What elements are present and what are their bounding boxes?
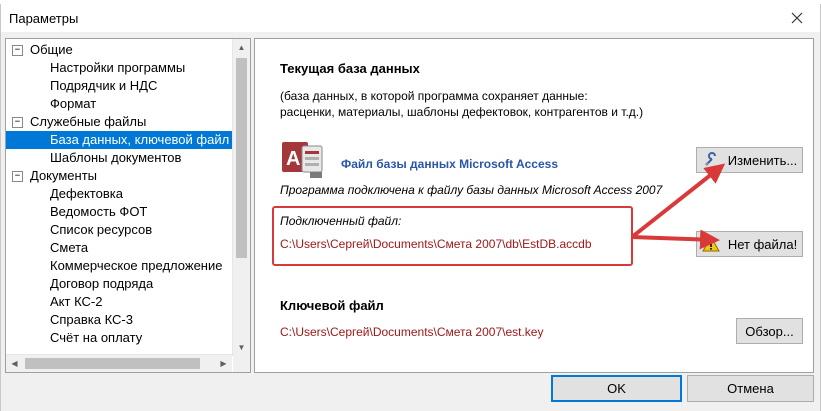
tree-item-label: Ведомость ФОТ [50,204,148,219]
tree-item[interactable]: Подрядчик и НДС [6,77,232,95]
no-file-button-label: Нет файла! [727,236,798,252]
scroll-down-arrow-icon[interactable]: ▼ [233,339,250,356]
tree-item[interactable]: Формат [6,95,232,113]
tree-item-label: Справка КС-3 [50,312,133,327]
tree-item-label: Служебные файлы [30,114,147,129]
tree-item-label: Список ресурсов [50,222,153,237]
vertical-scroll-thumb[interactable] [236,58,247,258]
tree-vertical-scrollbar[interactable]: ▲ ▼ [232,39,250,356]
db-description-line-2: расценки, материалы, шаблоны дефектовок,… [280,105,644,119]
window-title: Параметры [9,11,79,26]
close-icon [791,12,803,24]
connection-status-text: Программа подключена к файлу базы данных… [280,183,663,197]
db-description-line-1: (база данных, в которой программа сохран… [280,89,588,103]
tree-item[interactable]: Настройки программы [6,59,232,77]
warning-icon [701,235,720,253]
change-db-button-label: Изменить... [727,152,798,168]
key-file-path: C:\Users\Сергей\Documents\Смета 2007\est… [280,325,544,339]
tree-item-label: База данных, ключевой файл [50,132,230,147]
scroll-right-arrow-icon[interactable]: ▶ [215,355,232,372]
tree-item-label: Настройки программы [50,60,186,75]
settings-tree[interactable]: − Общие Настройки программы Подрядчик и НДС… [5,38,251,373]
tree-item-label: Договор подряда [50,276,154,291]
cancel-button[interactable]: Отмена [687,375,814,402]
collapse-toggle-icon[interactable]: − [12,171,23,182]
tree-item-label: Общие [30,42,73,57]
tree-item[interactable]: Договор подряда [6,275,232,293]
tree-item[interactable]: Коммерческое предложение [6,257,232,275]
tree-item[interactable]: Смета [6,239,232,257]
scroll-corner [233,355,250,372]
key-section-title: Ключевой файл [280,298,384,313]
ms-access-icon: A [282,142,323,178]
tree-item-label: Счёт на оплату [50,330,143,345]
tree-group[interactable]: − Служебные файлы [6,113,232,131]
tree-item[interactable]: Акт КС-2 [6,293,232,311]
tree-item-label: Документы [30,168,98,183]
tree-item-label: Смета [50,240,89,255]
horizontal-scroll-thumb[interactable] [25,358,200,369]
tree-group[interactable]: − Документы [6,167,232,185]
browse-key-button[interactable]: Обзор... [736,318,803,344]
collapse-toggle-icon[interactable]: − [12,45,23,56]
tree-item[interactable]: Дефектовка [6,185,232,203]
tree-group[interactable]: − Общие [6,41,232,59]
ok-button[interactable]: OK [551,375,682,402]
db-section-title: Текущая база данных [280,61,420,76]
scroll-up-arrow-icon[interactable]: ▲ [233,39,250,56]
settings-content-panel: Текущая база данных (база данных, в кото… [254,38,814,373]
tree-item[interactable]: Шаблоны документов [6,149,232,167]
connected-file-label: Подключенный файл: [280,214,402,228]
tree-item[interactable]: Список ресурсов [6,221,232,239]
no-file-button[interactable]: Нет файла! [696,231,803,257]
tree-horizontal-scrollbar[interactable]: ◀ ▶ [6,354,232,372]
tree-item-label: Формат [50,96,97,111]
settings-dialog: Параметры − Общие Настройки программы Подря… [0,4,821,411]
title-bar: Параметры [1,4,820,32]
tree-item[interactable]: База данных, ключевой файл [6,131,232,149]
tree-item[interactable]: Счёт на оплату [6,329,232,347]
tree-item[interactable]: Ведомость ФОТ [6,203,232,221]
tree-item-label: Коммерческое предложение [50,258,223,273]
access-db-type-label: Файл базы данных Microsoft Access [341,157,558,171]
tree-item[interactable]: Справка КС-3 [6,311,232,329]
svg-text:A: A [286,148,300,170]
tree-item-label: Подрядчик и НДС [50,78,158,93]
change-db-button[interactable]: Изменить... [696,147,803,173]
tree-item-label: Дефектовка [50,186,123,201]
db-description: (база данных, в которой программа сохран… [280,88,643,120]
close-button[interactable] [774,4,820,32]
wrench-icon [702,151,720,169]
tree-list: − Общие Настройки программы Подрядчик и НДС… [6,41,232,347]
connected-file-path: C:\Users\Сергей\Documents\Смета 2007\db\… [280,237,592,251]
tree-item-label: Шаблоны документов [50,150,182,165]
tree-item-label: Акт КС-2 [50,294,103,309]
scroll-left-arrow-icon[interactable]: ◀ [6,355,23,372]
collapse-toggle-icon[interactable]: − [12,117,23,128]
